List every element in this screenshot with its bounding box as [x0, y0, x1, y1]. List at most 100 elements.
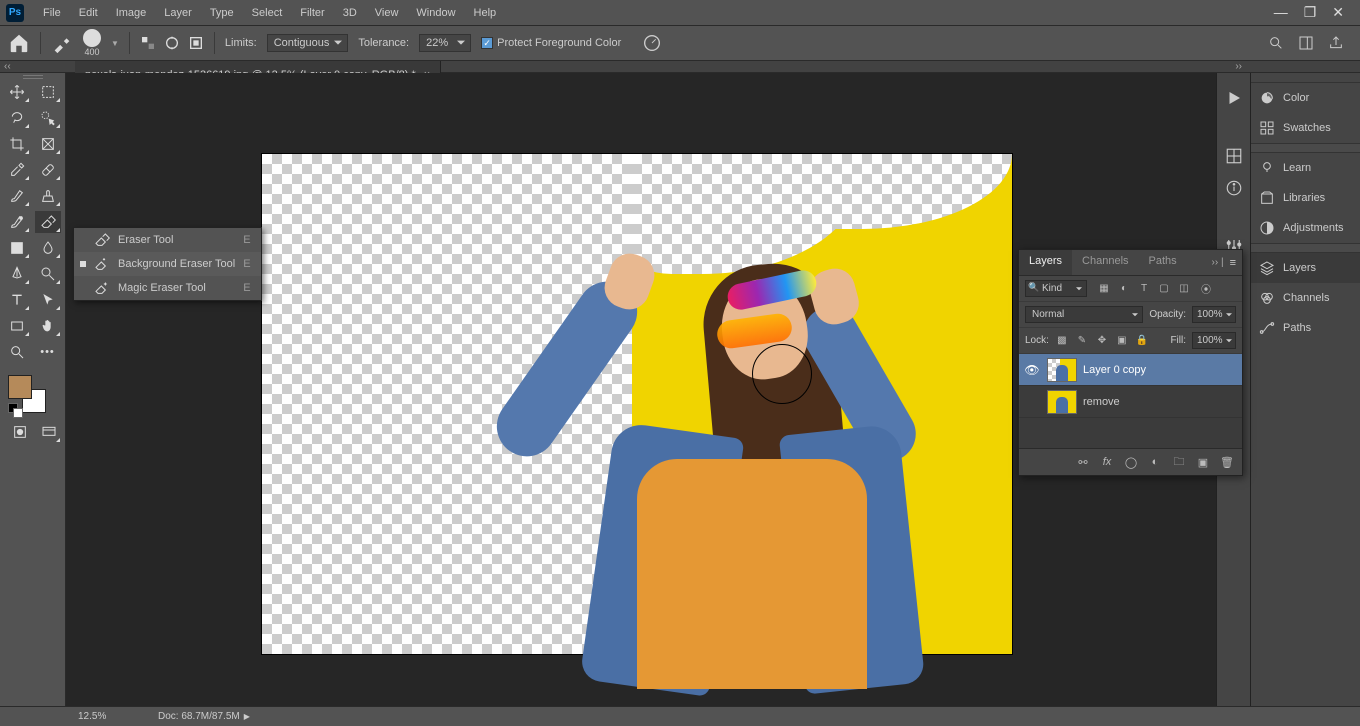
collapse-panel-icon[interactable]: ›› | [1212, 257, 1224, 268]
menu-file[interactable]: File [34, 3, 70, 23]
layer-group-icon[interactable]: 🗀 [1172, 455, 1186, 469]
sampling-mode-buttons[interactable] [140, 35, 204, 51]
opacity-input[interactable]: 100% [1192, 306, 1236, 323]
clone-stamp-tool[interactable] [35, 185, 61, 207]
adjustment-layer-icon[interactable]: ◐ [1148, 455, 1162, 469]
healing-tool[interactable] [35, 159, 61, 181]
visibility-eye-icon[interactable]: 👁 [1023, 363, 1041, 377]
new-layer-icon[interactable]: ▣ [1196, 455, 1210, 469]
pen-tool[interactable] [4, 263, 30, 285]
move-tool[interactable] [4, 81, 30, 103]
screen-mode-icon[interactable] [38, 421, 62, 443]
menu-view[interactable]: View [366, 3, 408, 23]
eraser-tool[interactable] [35, 211, 61, 233]
lock-position-icon[interactable]: ✥ [1095, 334, 1109, 348]
gradient-tool[interactable] [4, 237, 30, 259]
lock-transparency-icon[interactable]: ▩ [1055, 334, 1069, 348]
delete-layer-icon[interactable]: 🗑 [1220, 455, 1234, 469]
filter-adjust-icon[interactable]: ◐ [1117, 282, 1131, 296]
edit-toolbar-icon[interactable]: ••• [35, 341, 61, 363]
eyedropper-tool[interactable] [4, 159, 30, 181]
menu-layer[interactable]: Layer [155, 3, 201, 23]
zoom-tool[interactable] [4, 341, 30, 363]
window-minimize-icon[interactable]: — [1274, 4, 1288, 21]
layer-item[interactable]: 👁 Layer 0 copy [1019, 354, 1242, 386]
history-brush-tool[interactable] [4, 211, 30, 233]
menu-edit[interactable]: Edit [70, 3, 107, 23]
layer-thumbnail[interactable] [1047, 358, 1077, 382]
lock-artboard-icon[interactable]: ▣ [1115, 334, 1129, 348]
layer-item[interactable]: remove [1019, 386, 1242, 418]
dodge-tool[interactable] [35, 263, 61, 285]
lock-paint-icon[interactable]: ✎ [1075, 334, 1089, 348]
layer-mask-icon[interactable]: ◯ [1124, 455, 1138, 469]
layer-fx-icon[interactable]: fx [1100, 455, 1114, 469]
type-tool[interactable] [4, 289, 30, 311]
menu-filter[interactable]: Filter [291, 3, 333, 23]
window-restore-icon[interactable]: ❐ [1304, 4, 1317, 21]
hand-tool[interactable] [35, 315, 61, 337]
filter-type-icon[interactable]: T [1137, 282, 1151, 296]
flyout-magic-eraser-tool[interactable]: Magic Eraser Tool E [74, 276, 261, 300]
rectangle-tool[interactable] [4, 315, 30, 337]
doc-info[interactable]: Doc: 68.7M/87.5M▶ [158, 711, 250, 722]
filter-shape-icon[interactable]: ▢ [1157, 282, 1171, 296]
flyout-background-eraser-tool[interactable]: Background Eraser Tool E [74, 252, 261, 276]
play-icon[interactable] [1225, 89, 1243, 107]
limits-dropdown[interactable]: Contiguous [267, 34, 349, 52]
document-canvas[interactable] [262, 154, 1012, 654]
layers-tab[interactable]: Layers [1019, 250, 1072, 275]
share-icon[interactable] [1328, 35, 1344, 51]
menu-select[interactable]: Select [243, 3, 292, 23]
search-icon[interactable] [1268, 35, 1284, 51]
panel-menu-icon[interactable]: ≡ [1230, 257, 1236, 269]
foreground-color-swatch[interactable] [8, 375, 32, 399]
filter-smart-icon[interactable]: ◫ [1177, 282, 1191, 296]
lock-all-icon[interactable]: 🔒 [1135, 334, 1149, 348]
lasso-tool[interactable] [4, 107, 30, 129]
layer-filter-kind-dropdown[interactable]: Kind [1025, 280, 1087, 297]
frame-tool[interactable] [35, 133, 61, 155]
zoom-level[interactable]: 12.5% [78, 711, 138, 722]
layer-thumbnail[interactable] [1047, 390, 1077, 414]
panel-color[interactable]: Color [1251, 83, 1360, 113]
menu-window[interactable]: Window [407, 3, 464, 23]
menu-image[interactable]: Image [107, 3, 156, 23]
pressure-icon[interactable] [641, 32, 663, 54]
quick-select-tool[interactable] [35, 107, 61, 129]
path-select-tool[interactable] [35, 289, 61, 311]
menu-3d[interactable]: 3D [334, 3, 366, 23]
panel-paths[interactable]: Paths [1251, 313, 1360, 343]
channels-tab[interactable]: Channels [1072, 250, 1138, 275]
brush-preset-picker[interactable]: 400 [83, 29, 101, 57]
color-swatches[interactable] [4, 373, 46, 415]
panel-learn[interactable]: Learn [1251, 153, 1360, 183]
protect-fg-checkbox[interactable]: ✓ Protect Foreground Color [481, 37, 621, 49]
tolerance-input[interactable]: 22% [419, 34, 471, 52]
menu-help[interactable]: Help [465, 3, 506, 23]
crop-tool[interactable] [4, 133, 30, 155]
menu-type[interactable]: Type [201, 3, 243, 23]
grid-icon[interactable] [1225, 147, 1243, 165]
tool-preset-icon[interactable] [51, 32, 73, 54]
brush-tool[interactable] [4, 185, 30, 207]
panel-layers[interactable]: Layers [1251, 253, 1360, 283]
info-icon[interactable] [1225, 179, 1243, 197]
panel-adjustments[interactable]: Adjustments [1251, 213, 1360, 243]
filter-pixel-icon[interactable]: ▦ [1097, 282, 1111, 296]
flyout-eraser-tool[interactable]: Eraser Tool E [74, 228, 261, 252]
home-icon[interactable] [8, 32, 30, 54]
filter-toggle-icon[interactable]: ⦿ [1199, 282, 1213, 296]
panel-channels[interactable]: Channels [1251, 283, 1360, 313]
workspace-icon[interactable] [1298, 35, 1314, 51]
blur-tool[interactable] [35, 237, 61, 259]
paths-tab[interactable]: Paths [1139, 250, 1187, 275]
window-close-icon[interactable]: ✕ [1332, 4, 1344, 21]
blend-mode-dropdown[interactable]: Normal [1025, 306, 1143, 323]
fill-input[interactable]: 100% [1192, 332, 1236, 349]
marquee-tool[interactable] [35, 81, 61, 103]
quick-mask-icon[interactable] [8, 421, 32, 443]
link-layers-icon[interactable]: ⚯ [1076, 455, 1090, 469]
panel-libraries[interactable]: Libraries [1251, 183, 1360, 213]
panel-swatches[interactable]: Swatches [1251, 113, 1360, 143]
